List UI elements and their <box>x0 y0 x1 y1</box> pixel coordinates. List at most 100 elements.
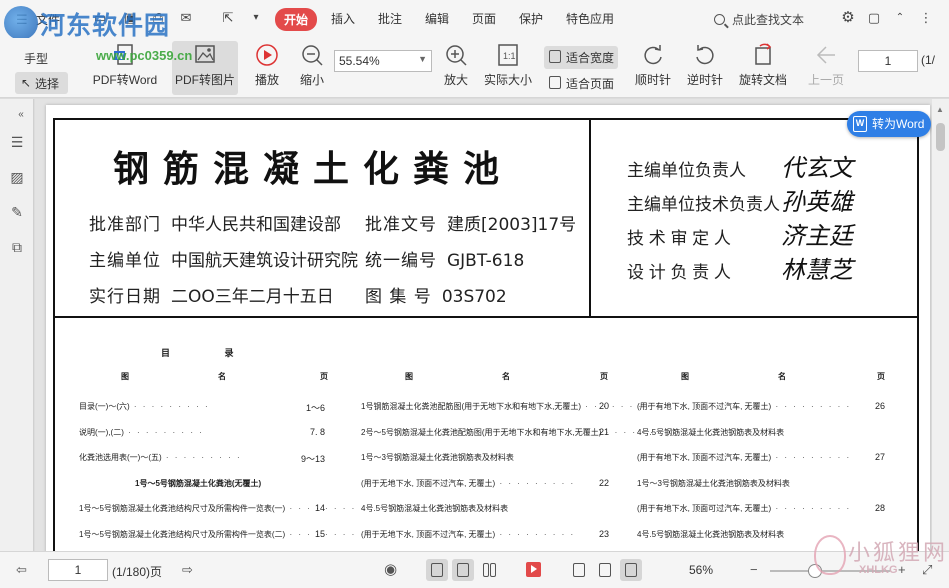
pdf-to-image-icon <box>192 42 218 68</box>
fit-width-status-icon <box>625 563 637 577</box>
vertical-scrollbar[interactable]: ▲ <box>932 99 949 551</box>
toc-header-page: 页 <box>320 371 328 382</box>
zoom-out-minus-icon[interactable]: − <box>750 562 758 577</box>
meta-key: 批准文号 <box>365 215 437 235</box>
zoom-level-select[interactable]: 55.54%▼ <box>334 50 432 72</box>
zoom-out-button[interactable]: 缩小 <box>297 42 327 88</box>
toc-title: 目 录 <box>161 346 260 359</box>
fit-width-button[interactable]: 适合宽度 <box>544 46 618 69</box>
rotate-document-button[interactable]: 旋转文档 <box>737 42 789 88</box>
attachments-icon[interactable]: ⧉ <box>9 239 25 255</box>
fit-width-status-button[interactable] <box>620 559 642 581</box>
rotate-clockwise-button[interactable]: 顺时针 <box>633 42 673 88</box>
feedback-icon[interactable]: ▢ <box>866 10 882 26</box>
toc-entry: 化粪池选用表(一)～(五) · · · · · · · · ·9～13 <box>79 452 325 463</box>
prev-page-arrow-icon[interactable]: ⇦ <box>16 562 27 578</box>
continuous-view-button[interactable] <box>452 559 474 581</box>
toc-entry-title: 目录(一)～(六) <box>79 402 130 411</box>
actual-size-button[interactable]: 1:1 实际大小 <box>481 42 535 88</box>
select-tool[interactable]: ↖选择 <box>15 72 68 94</box>
tab-protect[interactable]: 保护 <box>519 10 543 27</box>
prev-page-button[interactable]: 上一页 <box>806 42 846 88</box>
meta-key: 主编单位 <box>89 251 161 271</box>
single-page-view-button[interactable] <box>426 559 448 581</box>
title-block: 钢筋混凝土化粪池 批准部门中华人民共和国建设部 主编单位中国航天建筑设计研究院 … <box>55 120 591 318</box>
signature-handwriting: 济主廷 <box>781 216 853 251</box>
fit-page-status-button[interactable] <box>594 559 616 581</box>
annotation-pen-icon[interactable]: ✎ <box>9 204 25 220</box>
two-page-icon <box>490 563 496 577</box>
toc-entry-page: 20 <box>599 401 609 411</box>
toc-entry-page: 15 <box>315 529 325 539</box>
watermark-bottom: 小狐狸网 XHLKG <box>812 531 949 588</box>
scrollbar-thumb[interactable] <box>936 123 945 151</box>
toc-leader-dots: · · · · · · · · · <box>771 402 851 411</box>
toc-header-page: 页 <box>600 371 608 382</box>
toc-entry-title: (用于无地下水, 顶面不过汽车, 无覆土) <box>361 479 495 488</box>
settings-gear-icon[interactable]: ⚙ <box>840 10 856 26</box>
meta-key: 图 集 号 <box>365 287 432 307</box>
zoom-in-label: 放大 <box>441 71 471 88</box>
signature-handwriting: 代玄文 <box>781 148 853 183</box>
toc-entry-title: 2号～5号钢筋混凝土化粪池配筋图(用于无地下水和有地下水,无覆土) <box>361 428 601 437</box>
next-page-arrow-icon[interactable]: ⇨ <box>182 562 193 578</box>
pdf-page: 钢筋混凝土化粪池 批准部门中华人民共和国建设部 主编单位中国航天建筑设计研究院 … <box>46 105 930 565</box>
watermark-url: www.pc0359.cn <box>96 48 192 63</box>
meta-key: 批准部门 <box>89 215 161 235</box>
collapse-chevron-icon[interactable]: ⌃ <box>892 10 908 26</box>
toc-entry-title: (用于有地下水, 顶面不过汽车, 无覆土) <box>637 402 771 411</box>
toc-entry: 1号～5号钢筋混凝土化粪池结构尺寸及所需构件一览表(一) · · · · · ·… <box>79 503 325 514</box>
two-page-view-button[interactable] <box>478 559 500 581</box>
meta-key: 实行日期 <box>89 287 161 307</box>
signature-handwriting: 孙英雄 <box>781 182 853 217</box>
scroll-up-arrow-icon[interactable]: ▲ <box>936 105 944 114</box>
convert-to-word-button[interactable]: W转为Word <box>847 111 931 137</box>
tab-start[interactable]: 开始 <box>275 8 317 31</box>
toc-entry: 1号～3号钢筋混凝土化粪池钢筋表及材料表 <box>637 478 885 489</box>
toc-header-name: 名 <box>218 371 226 382</box>
play-button[interactable]: 播放 <box>252 42 282 88</box>
document-viewport[interactable]: 钢筋混凝土化粪池 批准部门中华人民共和国建设部 主编单位中国航天建筑设计研究院 … <box>35 99 932 551</box>
rotate-counterclockwise-button[interactable]: 逆时针 <box>685 42 725 88</box>
toc-entry-page: 14 <box>315 503 325 513</box>
thumbnails-list-icon[interactable]: ☰ <box>9 134 25 150</box>
mail-icon[interactable]: ✉ <box>178 10 194 26</box>
actual-size-status-button[interactable] <box>568 559 590 581</box>
status-page-input[interactable]: 1 <box>48 559 108 581</box>
fit-page-label: 适合页面 <box>566 77 614 91</box>
collapse-sidebar-icon[interactable]: « <box>13 107 29 123</box>
tab-annotate[interactable]: 批注 <box>378 10 402 27</box>
toc-entry: 4号.5号钢筋混凝土化粪池钢筋表及材料表 <box>637 427 885 438</box>
signature-label: 设 计 负 责 人 <box>627 258 731 283</box>
toc-entry-title: 1号～5号钢筋混凝土化粪池结构尺寸及所需构件一览表(二) <box>79 530 285 539</box>
status-bar: ⇦ 1 (1/180)页 ⇨ ◉ 56% − + ⤢ <box>0 551 949 588</box>
fit-page-icon <box>549 76 561 89</box>
toc-entry: (用于无地下水, 顶面不过汽车, 无覆土) · · · · · · · · ·2… <box>361 529 609 540</box>
tab-page[interactable]: 页面 <box>472 10 496 27</box>
pdf-reader-window: ☰ 文件 ▭ ▣ ⎙ ✉ ⇱ ▾ 开始 插入 批注 编辑 页面 保护 特色应用 … <box>0 0 949 588</box>
zoom-in-button[interactable]: 放大 <box>441 42 471 88</box>
image-panel-icon[interactable]: ▨ <box>9 169 25 185</box>
left-side-toolbar: « ☰ ▨ ✎ ⧉ <box>0 99 34 551</box>
left-arrow-icon <box>813 42 839 68</box>
fit-page-button[interactable]: 适合页面 <box>544 72 618 95</box>
hand-tool[interactable]: 手型 <box>24 50 48 67</box>
page-total: (1/ <box>921 53 935 67</box>
more-icon[interactable]: ⋮ <box>918 10 934 26</box>
document-title: 钢筋混凝土化粪池 <box>113 140 513 192</box>
tab-insert[interactable]: 插入 <box>331 10 355 27</box>
svg-text:1:1: 1:1 <box>503 51 516 61</box>
toc-leader-dots: · · · · · · · · · <box>285 504 365 513</box>
slideshow-play-icon[interactable] <box>526 562 541 577</box>
fox-logo-icon <box>814 535 846 575</box>
tab-edit[interactable]: 编辑 <box>425 10 449 27</box>
tab-special[interactable]: 特色应用 <box>566 10 614 27</box>
eye-protection-icon[interactable]: ◉ <box>384 560 397 578</box>
export-icon[interactable]: ⇱ <box>220 10 236 26</box>
more-chevron-icon[interactable]: ▾ <box>248 10 264 26</box>
toc-header-name: 名 <box>778 371 786 382</box>
status-page-total: (1/180)页 <box>112 563 162 580</box>
search-box[interactable]: 点此查找文本 <box>714 11 804 28</box>
page-number-input[interactable]: 1 <box>858 50 918 72</box>
zoom-in-icon <box>443 42 469 68</box>
